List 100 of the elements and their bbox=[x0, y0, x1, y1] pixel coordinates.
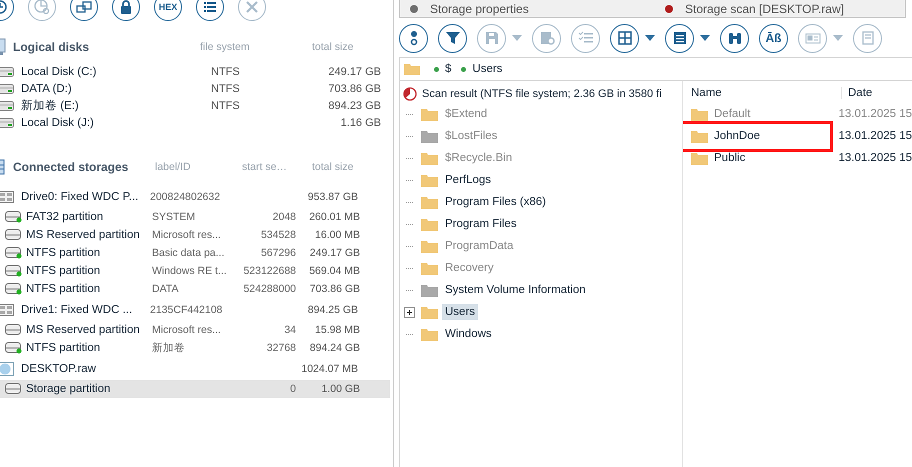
path-segment[interactable]: $ bbox=[445, 63, 452, 75]
disk-name[interactable]: 新加卷 (E:) bbox=[21, 98, 211, 113]
storage-row[interactable]: Drive1: Fixed WDC ... 2135CF442108 894.25 GB bbox=[0, 298, 390, 321]
column-header[interactable]: Name bbox=[683, 87, 842, 99]
scan-result-label[interactable]: Scan result (NTFS file system; 2.36 GB in 3580 fi bbox=[422, 88, 662, 100]
disk-size: 249.17 GB bbox=[327, 66, 381, 78]
drive-icon bbox=[0, 190, 14, 202]
text-button[interactable]: Āß bbox=[759, 24, 788, 52]
close-icon bbox=[244, 0, 260, 15]
partition-size: 703.86 GB bbox=[308, 283, 360, 295]
lock-icon bbox=[118, 0, 134, 15]
column-header: total size bbox=[312, 161, 354, 173]
pie-icon bbox=[34, 0, 50, 15]
file-name[interactable]: Public bbox=[714, 152, 746, 164]
tab[interactable]: Storage scan [DESKTOP.raw] bbox=[665, 0, 844, 17]
copy-button[interactable] bbox=[70, 0, 98, 21]
partition-row[interactable]: FAT32 partition SYSTEM 2048 260.01 MB bbox=[0, 208, 390, 226]
partition-row[interactable]: MS Reserved partition Microsoft res... 34 15.98 MB bbox=[0, 321, 390, 339]
partition-label: Basic data pa... bbox=[152, 247, 226, 259]
partition-name: NTFS partition bbox=[26, 342, 102, 354]
copy-icon bbox=[76, 0, 92, 15]
tree-item[interactable]: PerfLogs bbox=[442, 172, 494, 188]
partition-row[interactable]: NTFS partition DATA 524288000 703.86 GB bbox=[0, 280, 390, 298]
storage-size: 894.25 GB bbox=[306, 304, 358, 316]
section-title: Logical disks bbox=[13, 40, 90, 54]
start-sector: 0 bbox=[289, 383, 296, 395]
partition-row[interactable]: NTFS partition Basic data pa... 567296 249.17 GB bbox=[0, 244, 390, 262]
partition-size: 16.00 MB bbox=[314, 229, 360, 241]
drive-icon bbox=[0, 304, 14, 316]
disk-size: 894.23 GB bbox=[327, 100, 381, 112]
expand-icon[interactable] bbox=[404, 306, 415, 318]
folder-icon bbox=[691, 152, 708, 164]
document-icon bbox=[860, 30, 876, 46]
binoculars-icon bbox=[726, 30, 742, 46]
file-date: 13.01.2025 15 bbox=[838, 152, 912, 164]
storage-name: Drive0: Fixed WDC P... bbox=[21, 190, 140, 202]
folder-icon bbox=[691, 108, 708, 120]
start-sector: 32768 bbox=[266, 342, 296, 354]
partition-row[interactable]: Storage partition 0 1.00 GB bbox=[0, 380, 390, 398]
file-name[interactable]: JohnDoe bbox=[714, 130, 760, 142]
partition-size: 15.98 MB bbox=[314, 324, 360, 336]
path-dot-icon bbox=[461, 66, 466, 72]
partition-label: 新加卷 bbox=[152, 341, 186, 355]
settings-icon bbox=[538, 30, 554, 46]
partition-name: FAT32 partition bbox=[26, 211, 104, 223]
grid-button[interactable] bbox=[610, 24, 639, 52]
partition-label: DATA bbox=[152, 283, 180, 295]
disk-name[interactable]: Local Disk (J:) bbox=[21, 116, 211, 128]
partition-size: 260.01 MB bbox=[308, 211, 360, 223]
panel-button[interactable] bbox=[665, 24, 694, 52]
partition-row[interactable]: NTFS partition Windows RE t... 523122688 569.04 MB bbox=[0, 262, 390, 280]
path-segment[interactable]: Users bbox=[472, 63, 502, 75]
column-header[interactable]: Date bbox=[842, 87, 872, 99]
partition-label: Windows RE t... bbox=[152, 265, 228, 277]
storage-label: 200824802632 bbox=[150, 190, 222, 202]
partition-name: NTFS partition bbox=[26, 247, 102, 259]
info-button[interactable] bbox=[399, 24, 428, 52]
partition-row[interactable]: MS Reserved partition Microsoft res... 534528 16.00 MB bbox=[0, 226, 390, 244]
caret-icon[interactable] bbox=[645, 35, 655, 41]
partition-label: SYSTEM bbox=[152, 211, 196, 223]
tab[interactable]: Storage properties bbox=[400, 0, 665, 17]
scan-result-icon bbox=[403, 87, 417, 101]
storage-row[interactable]: DESKTOP.raw 1024.07 MB bbox=[0, 357, 390, 380]
hex-button[interactable]: HEX bbox=[154, 0, 182, 21]
partition-name: MS Reserved partition bbox=[26, 229, 141, 241]
column-header: start se… bbox=[242, 161, 287, 173]
panel-icon bbox=[672, 30, 688, 46]
tree-item[interactable]: Users bbox=[442, 304, 478, 320]
tree-item[interactable]: Program Files (x86) bbox=[442, 194, 549, 210]
section-title: Connected storages bbox=[13, 160, 128, 174]
start-sector: 2048 bbox=[272, 211, 296, 223]
storage-size: 953.87 GB bbox=[306, 190, 358, 202]
grid-icon bbox=[616, 30, 632, 46]
folder-icon bbox=[404, 63, 420, 75]
disk-name[interactable]: DATA (D:) bbox=[21, 82, 211, 94]
folder-icon bbox=[691, 130, 708, 142]
list-button[interactable] bbox=[196, 0, 224, 21]
lock-button[interactable] bbox=[112, 0, 140, 21]
connector-icon bbox=[0, 158, 6, 176]
partition-name: NTFS partition bbox=[26, 283, 102, 295]
column-header: total size bbox=[312, 41, 354, 53]
caret-icon[interactable] bbox=[700, 35, 710, 41]
storage-row[interactable]: Drive0: Fixed WDC P... 200824802632 953.87 GB bbox=[0, 185, 390, 208]
list-icon bbox=[202, 0, 218, 15]
file-system: NTFS bbox=[211, 82, 241, 94]
tree-item[interactable]: System Volume Information bbox=[442, 282, 589, 298]
binoculars-button[interactable] bbox=[720, 24, 749, 52]
filter-button[interactable] bbox=[438, 24, 467, 52]
path-dot-icon bbox=[434, 66, 439, 72]
storage-name: Drive1: Fixed WDC ... bbox=[21, 304, 134, 316]
partition-row[interactable]: NTFS partition 新加卷 32768 894.24 GB bbox=[0, 339, 390, 357]
file-system: NTFS bbox=[211, 66, 241, 78]
disk-name[interactable]: Local Disk (C:) bbox=[21, 66, 211, 78]
partition-size: 569.04 MB bbox=[308, 265, 360, 277]
tree-item[interactable]: Program Files bbox=[442, 216, 520, 232]
monitor-icon bbox=[0, 38, 6, 56]
column-header: label/ID bbox=[155, 161, 191, 173]
tree-item[interactable]: Windows bbox=[442, 326, 495, 342]
save-icon bbox=[484, 30, 500, 46]
filter-icon bbox=[444, 30, 460, 46]
